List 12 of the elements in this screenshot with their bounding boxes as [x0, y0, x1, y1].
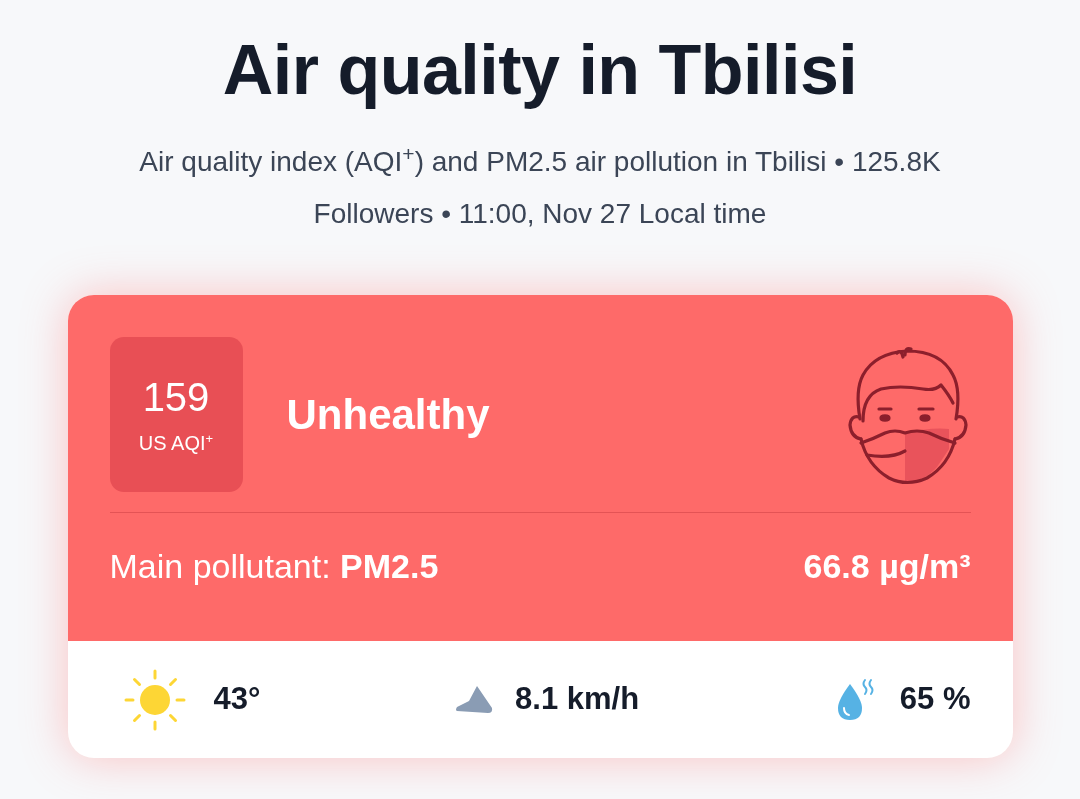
wind-value: 8.1 km/h: [515, 680, 640, 719]
page-title: Air quality in Tbilisi: [221, 30, 859, 111]
temperature-value: 43°: [213, 680, 261, 719]
arrow-icon: [455, 684, 494, 715]
aqi-value: 159: [142, 374, 210, 419]
status-label: Unhealthy: [286, 390, 490, 440]
page-subtitle: Air quality index (AQI$^{+}$) and PM2.5 air pollution in Tbilisi • 125.8K Followers • 11:00, Nov 27 Local time: [138, 140, 942, 231]
aqi-unit: US AQI$^{+}$: [138, 430, 214, 455]
sun-icon: [123, 668, 186, 731]
humidity-value: 65 %: [899, 680, 971, 719]
main-pollutant-label: Main pollutant: PM2.5: [109, 546, 439, 587]
pollutant-concentration: 66.8 µg/m³: [803, 546, 971, 587]
